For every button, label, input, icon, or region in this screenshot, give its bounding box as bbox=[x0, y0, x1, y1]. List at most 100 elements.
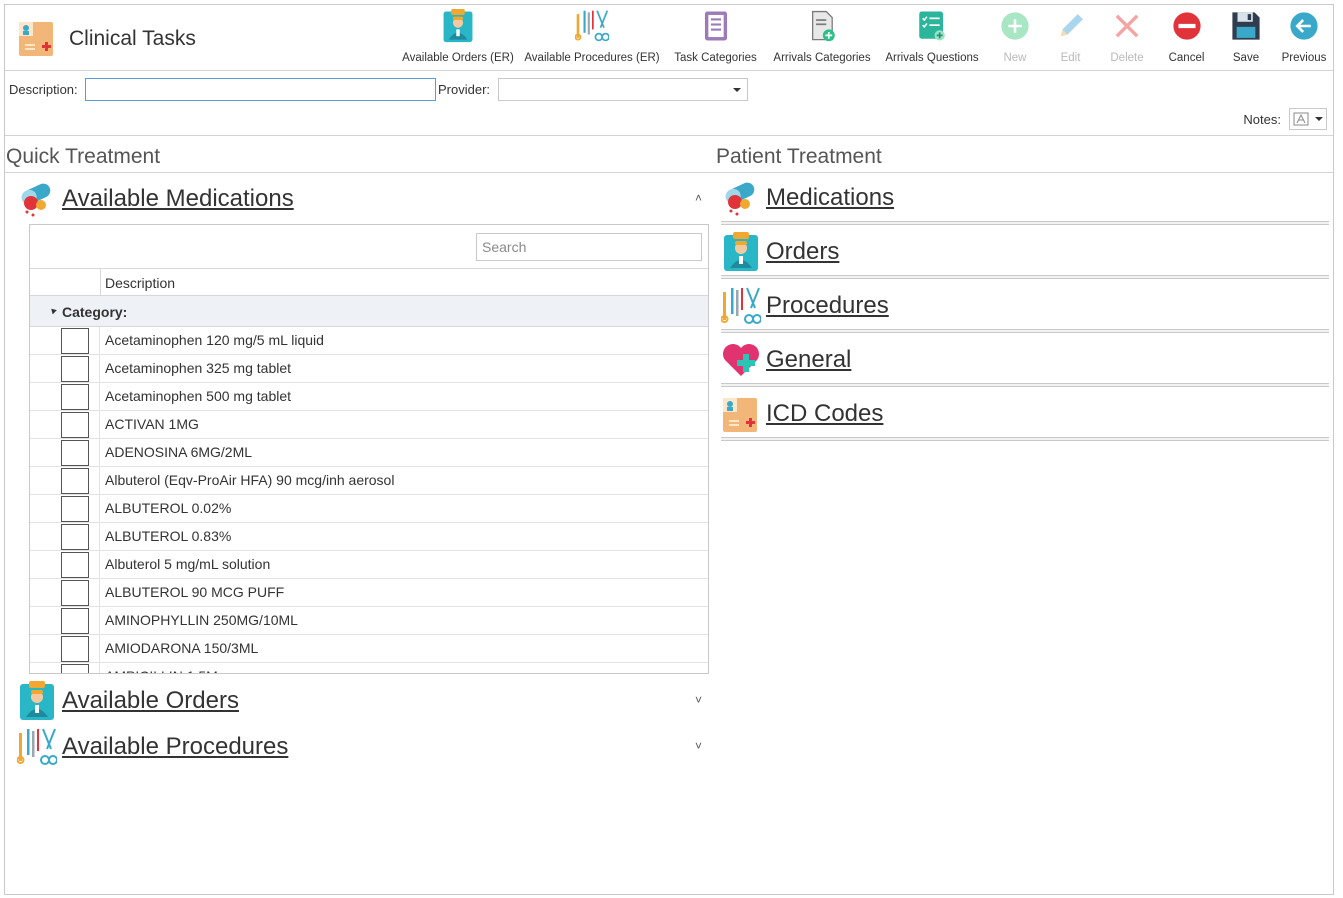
available-medications-header[interactable]: Available Medications bbox=[17, 179, 294, 219]
row-checkbox[interactable] bbox=[61, 524, 89, 550]
medical-folder-icon bbox=[721, 393, 761, 435]
table-row[interactable]: ADENOSINA 6MG/2ML bbox=[30, 439, 708, 467]
patient-icd-codes-header[interactable]: ICD Codes bbox=[721, 393, 883, 435]
row-checkbox[interactable] bbox=[61, 496, 89, 522]
description-input[interactable] bbox=[85, 78, 436, 101]
row-checkbox[interactable] bbox=[61, 412, 89, 438]
group-row[interactable]: Category: bbox=[30, 296, 708, 327]
chevron-down-icon[interactable]: ˅ bbox=[695, 739, 702, 753]
table-row[interactable]: AMIODARONA 150/3ML bbox=[30, 635, 708, 663]
description-label: Description: bbox=[9, 82, 78, 97]
patient-orders-item: Orders bbox=[721, 231, 1329, 283]
row-checkbox[interactable] bbox=[61, 384, 89, 410]
checkbox-cell bbox=[30, 523, 100, 551]
provider-select[interactable] bbox=[498, 78, 748, 101]
previous-button[interactable]: Previous bbox=[1275, 5, 1333, 71]
toolbar: Available Orders (ER) Available Procedur… bbox=[396, 5, 1333, 71]
description-cell: ALBUTEROL 0.02% bbox=[105, 500, 232, 516]
surgical-tools-icon bbox=[575, 9, 609, 43]
table-row[interactable]: Acetaminophen 325 mg tablet bbox=[30, 355, 708, 383]
toolbar-label: Available Orders (ER) bbox=[402, 52, 514, 64]
doctor-clipboard-icon bbox=[17, 681, 57, 721]
arrivals-questions-button[interactable]: Arrivals Questions bbox=[877, 5, 987, 71]
toolbar-label: Available Procedures (ER) bbox=[524, 52, 660, 64]
list-add-icon bbox=[919, 11, 945, 41]
plus-circle-icon bbox=[1001, 12, 1029, 40]
collapse-arrow-icon[interactable] bbox=[49, 306, 57, 315]
available-procedures-header[interactable]: Available Procedures bbox=[17, 727, 288, 767]
table-row[interactable]: ACTIVAN 1MG bbox=[30, 411, 708, 439]
row-checkbox[interactable] bbox=[61, 664, 89, 673]
available-procedures-er-button[interactable]: Available Procedures (ER) bbox=[520, 5, 664, 71]
column-header-description[interactable]: Description bbox=[105, 275, 175, 291]
patient-orders-label: Orders bbox=[766, 238, 840, 265]
new-button[interactable]: New bbox=[987, 5, 1043, 71]
row-checkbox[interactable] bbox=[61, 608, 89, 634]
description-cell: ADENOSINA 6MG/2ML bbox=[105, 444, 253, 460]
delete-button[interactable]: Delete bbox=[1098, 5, 1156, 71]
grid-rows: Acetaminophen 120 mg/5 mL liquid Acetamin… bbox=[30, 327, 708, 673]
chevron-up-icon[interactable]: ˄ bbox=[695, 191, 702, 205]
table-row[interactable]: Acetaminophen 120 mg/5 mL liquid bbox=[30, 327, 708, 355]
save-button[interactable]: Save bbox=[1217, 5, 1275, 71]
patient-medications-header[interactable]: Medications bbox=[721, 177, 894, 219]
patient-icd-codes-label: ICD Codes bbox=[766, 400, 884, 427]
table-row[interactable]: AMINOPHYLLIN 250MG/10ML bbox=[30, 607, 708, 635]
toolbar-label: Arrivals Questions bbox=[885, 52, 979, 64]
row-checkbox[interactable] bbox=[61, 580, 89, 606]
available-medications-label: Available Medications bbox=[62, 185, 294, 212]
toolbar-label: Cancel bbox=[1168, 52, 1205, 64]
table-row[interactable]: AMPICILLIN 1.5M bbox=[30, 663, 708, 673]
description-cell: Acetaminophen 325 mg tablet bbox=[105, 360, 292, 376]
medications-grid: Description Category: Acetaminophen 120 … bbox=[29, 224, 709, 674]
arrivals-categories-button[interactable]: Arrivals Categories bbox=[767, 5, 877, 71]
table-row[interactable]: Albuterol 5 mg/mL solution bbox=[30, 551, 708, 579]
description-cell: AMPICILLIN 1.5M bbox=[105, 668, 218, 673]
page-title: Clinical Tasks bbox=[69, 27, 196, 50]
column-divider bbox=[100, 269, 101, 297]
checkbox-cell bbox=[30, 355, 100, 383]
description-cell: Acetaminophen 500 mg tablet bbox=[105, 388, 292, 404]
row-checkbox[interactable] bbox=[61, 440, 89, 466]
patient-orders-header[interactable]: Orders bbox=[721, 231, 839, 273]
table-row[interactable]: ALBUTEROL 0.83% bbox=[30, 523, 708, 551]
patient-treatment-title: Patient Treatment bbox=[716, 145, 882, 168]
table-row[interactable]: ALBUTEROL 0.02% bbox=[30, 495, 708, 523]
description-cell: ALBUTEROL 0.83% bbox=[105, 528, 232, 544]
divider bbox=[5, 172, 1333, 173]
patient-general-header[interactable]: General bbox=[721, 339, 851, 381]
row-checkbox[interactable] bbox=[61, 468, 89, 494]
patient-procedures-header[interactable]: Procedures bbox=[721, 285, 889, 327]
toolbar-label: Task Categories bbox=[674, 52, 757, 64]
row-checkbox[interactable] bbox=[61, 328, 89, 354]
task-categories-button[interactable]: Task Categories bbox=[664, 5, 767, 71]
checkbox-cell bbox=[30, 635, 100, 663]
floppy-disk-icon bbox=[1232, 12, 1260, 40]
cancel-button[interactable]: Cancel bbox=[1156, 5, 1217, 71]
checklist-clipboard-icon bbox=[704, 11, 727, 41]
document-add-icon bbox=[812, 10, 835, 42]
edit-button[interactable]: Edit bbox=[1043, 5, 1098, 71]
notes-dropdown-button[interactable] bbox=[1289, 108, 1327, 130]
row-checkbox[interactable] bbox=[61, 356, 89, 382]
divider bbox=[721, 221, 1329, 225]
search-input[interactable] bbox=[476, 233, 702, 261]
available-orders-er-button[interactable]: Available Orders (ER) bbox=[396, 5, 520, 71]
table-row[interactable]: Acetaminophen 500 mg tablet bbox=[30, 383, 708, 411]
table-row[interactable]: Albuterol (Eqv-ProAir HFA) 90 mcg/inh ae… bbox=[30, 467, 708, 495]
toolbar-label: Delete bbox=[1110, 52, 1144, 64]
chevron-down-icon[interactable]: ˅ bbox=[695, 693, 702, 707]
row-checkbox[interactable] bbox=[61, 636, 89, 662]
checkbox-cell bbox=[30, 663, 100, 673]
divider bbox=[721, 329, 1329, 333]
patient-medications-label: Medications bbox=[766, 184, 895, 211]
checkbox-cell bbox=[30, 551, 100, 579]
pencil-icon bbox=[1060, 14, 1083, 37]
row-checkbox[interactable] bbox=[61, 552, 89, 578]
available-orders-header[interactable]: Available Orders bbox=[17, 681, 239, 721]
doctor-clipboard-icon bbox=[721, 231, 761, 273]
divider bbox=[721, 275, 1329, 279]
divider bbox=[5, 135, 1333, 136]
table-row[interactable]: ALBUTEROL 90 MCG PUFF bbox=[30, 579, 708, 607]
description-cell: Albuterol 5 mg/mL solution bbox=[105, 556, 271, 572]
